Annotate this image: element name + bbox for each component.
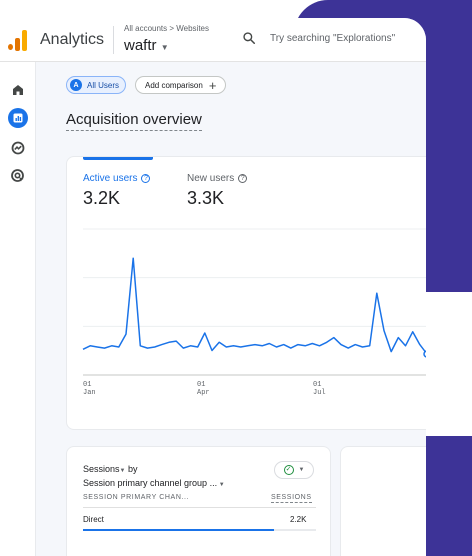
- chevron-down-icon: ▼: [119, 468, 126, 474]
- x-tick-month: Jan: [83, 389, 96, 397]
- segment-chip-all-users[interactable]: A All Users: [66, 76, 126, 94]
- sessions-dimension-label: Session primary channel group ...: [83, 478, 218, 488]
- x-tick-day: 01: [197, 381, 206, 389]
- segment-label: All Users: [87, 80, 120, 90]
- x-tick-month: Jul: [313, 389, 326, 397]
- chevron-down-icon: ▼: [160, 43, 169, 52]
- sessions-card-title[interactable]: Sessions▼ by Session primary channel gro…: [83, 463, 225, 491]
- add-comparison-label: Add comparison: [145, 80, 203, 90]
- series-line: [82, 257, 426, 354]
- x-tick-label: 01 Jul: [313, 381, 326, 397]
- x-tick-month: Apr: [197, 389, 210, 397]
- analytics-window: Analytics All accounts > Websites waftr …: [0, 18, 426, 556]
- reports-icon[interactable]: [8, 108, 28, 128]
- advertising-icon[interactable]: [8, 166, 28, 186]
- sessions-metric-label: Sessions: [83, 464, 120, 474]
- plus-icon: +: [208, 77, 217, 93]
- header-divider: [83, 507, 316, 508]
- secondary-card: [340, 446, 426, 556]
- check-circle-icon: ✓: [283, 465, 294, 475]
- table-row-label: Direct: [83, 515, 104, 524]
- chevron-down-icon: ▼: [217, 482, 225, 488]
- top-bar: Analytics All accounts > Websites waftr …: [0, 18, 426, 62]
- analytics-logo-icon[interactable]: [8, 29, 30, 51]
- topbar-divider: [113, 26, 114, 54]
- x-tick-label: 01 Apr: [197, 381, 210, 397]
- page-title: Acquisition overview: [66, 111, 202, 131]
- series-endpoint-marker[interactable]: [423, 350, 426, 358]
- property-selector[interactable]: waftr ▼: [124, 37, 169, 54]
- segment-badge: A: [70, 79, 82, 91]
- insight-status-button[interactable]: ✓ ▼: [274, 461, 314, 479]
- users-chart-card: Active users? 3.2K New users? 3.3K 01 Jan…: [66, 156, 426, 430]
- search-icon[interactable]: [242, 31, 256, 45]
- x-tick-day: 01: [313, 381, 322, 389]
- column-header-sessions[interactable]: SESSIONS: [271, 494, 312, 503]
- sessions-card: Sessions▼ by Session primary channel gro…: [66, 446, 331, 556]
- row-share-bar: [83, 529, 275, 531]
- property-name: waftr: [124, 37, 157, 54]
- explore-icon[interactable]: [8, 138, 28, 158]
- table-row-value: 2.2K: [290, 515, 307, 524]
- x-tick-label: 01 Jan: [83, 381, 96, 397]
- app-name: Analytics: [40, 31, 105, 48]
- chevron-down-icon: ▼: [298, 467, 305, 473]
- line-chart: [82, 228, 426, 376]
- add-comparison-button[interactable]: Add comparison +: [135, 76, 226, 94]
- home-icon[interactable]: [8, 80, 28, 100]
- sessions-by-label: by: [128, 464, 138, 474]
- left-nav-rail: [0, 62, 36, 556]
- column-header-dimension: SESSION PRIMARY CHAN...: [83, 494, 190, 501]
- breadcrumb[interactable]: All accounts > Websites: [124, 24, 209, 33]
- search-input[interactable]: Try searching "Explorations": [270, 33, 395, 44]
- x-tick-day: 01: [83, 381, 92, 389]
